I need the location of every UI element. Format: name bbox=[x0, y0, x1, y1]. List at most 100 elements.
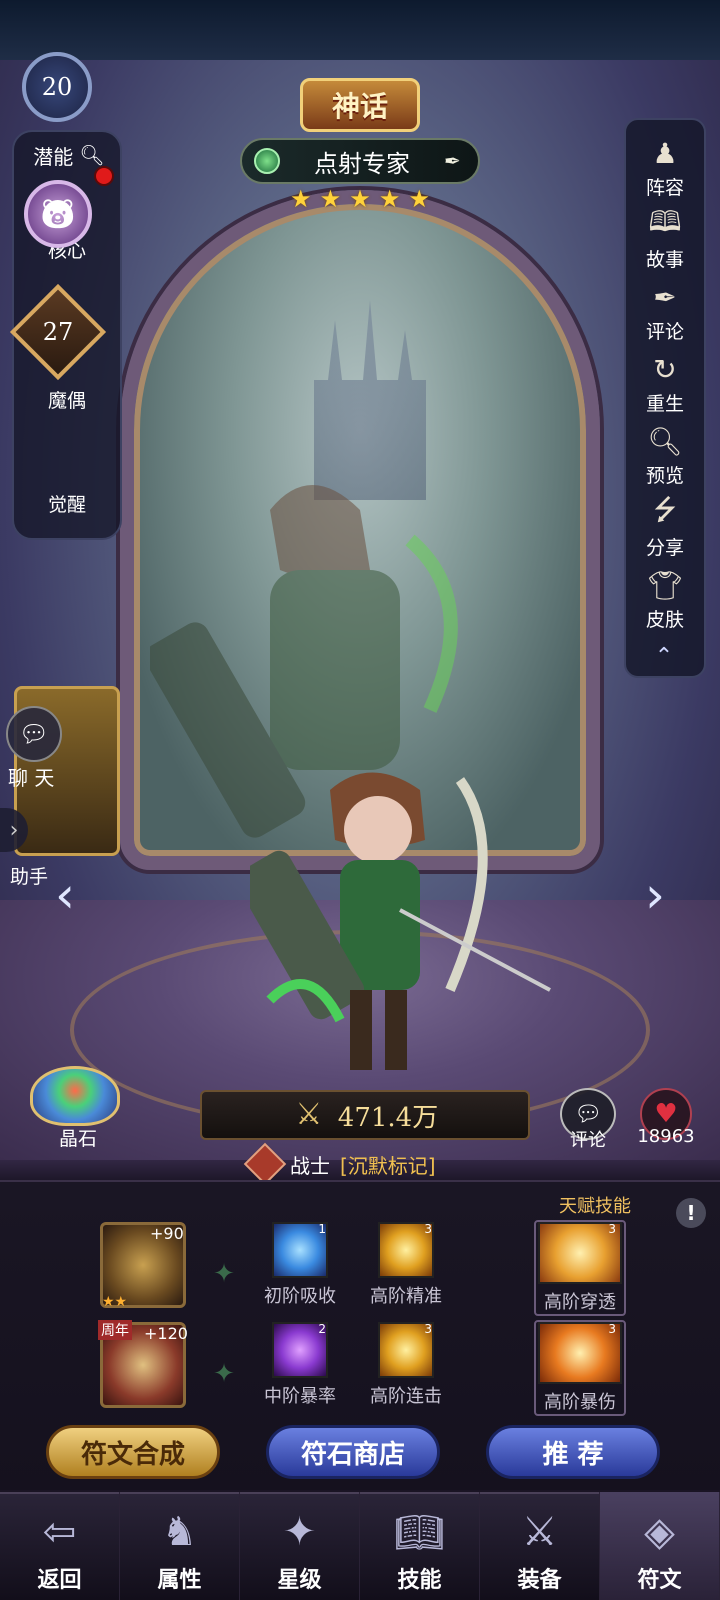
puppet-label: 魔偶 bbox=[47, 390, 86, 412]
skill-name: 中阶暴率 bbox=[264, 1386, 336, 1407]
rebirth-icon: ↻ bbox=[653, 352, 677, 386]
nav-back-label: 返回 bbox=[37, 1568, 82, 1593]
hero-name: 点射专家 bbox=[314, 149, 410, 178]
star-icon: ★ bbox=[378, 185, 401, 213]
hero-star-rating: ★ ★ ★ ★ ★ bbox=[290, 186, 430, 212]
chat-bubble-icon: 💬︎ bbox=[18, 720, 50, 748]
star-level-icon: ✦ bbox=[282, 1509, 317, 1555]
nav-equipment[interactable]: ⚔ 装备 bbox=[480, 1492, 600, 1600]
nav-star-level[interactable]: ✦ 星级 bbox=[240, 1492, 360, 1600]
potential-button[interactable]: 潜能 🔍︎ bbox=[14, 140, 124, 170]
comment-label: 评论 bbox=[570, 1130, 606, 1151]
rune-slot-1-stars: ★★ bbox=[102, 1294, 128, 1310]
skill-name: 高阶穿透 bbox=[544, 1292, 616, 1313]
preview-label: 预览 bbox=[645, 465, 684, 487]
nav-back[interactable]: ⇦ 返回 bbox=[0, 1492, 120, 1600]
story-button[interactable]: 🕮︎ 故事 bbox=[624, 200, 706, 272]
skill-level: 3 bbox=[424, 1222, 432, 1236]
class-line: 战士 [沉默标记] bbox=[243, 1142, 490, 1186]
equipment-icon: ⚔ bbox=[521, 1509, 558, 1555]
skill-name: 高阶暴伤 bbox=[544, 1392, 616, 1413]
mythic-tier-badge: 神话 bbox=[300, 78, 420, 132]
nav-skills-label: 技能 bbox=[397, 1568, 442, 1593]
core-button[interactable]: 20 bbox=[22, 52, 92, 122]
skill-level: 2 bbox=[318, 1322, 326, 1336]
rune-synthesis-button[interactable]: 符文合成 bbox=[46, 1425, 220, 1479]
share-icon: ⭍ bbox=[653, 493, 677, 526]
hero-character[interactable] bbox=[250, 760, 570, 1100]
potential-label: 潜能 bbox=[33, 144, 74, 169]
rune-link-icon: ✦ bbox=[213, 1359, 235, 1389]
nav-runes-label: 符文 bbox=[637, 1568, 682, 1593]
rune-slot-1-bonus: +90 bbox=[150, 1224, 184, 1243]
awaken-label: 觉醒 bbox=[47, 494, 86, 516]
talent-skill-2[interactable]: 3 高阶暴伤 bbox=[530, 1322, 630, 1418]
talent-skills-label: 天赋技能 bbox=[559, 1196, 631, 1217]
hero-name-bar: 点射专家 ✒ bbox=[240, 138, 480, 184]
share-button[interactable]: ⭍ 分享 bbox=[624, 488, 706, 560]
crystal-label: 晶石 bbox=[58, 1128, 97, 1150]
hero-detail-screen: 神话 点射专家 ✒ ★ ★ ★ ★ ★ 潜能 🔍︎ 20 核心 🐻︎ 魔偶 27… bbox=[0, 0, 720, 1600]
skin-icon: 👕︎ bbox=[647, 568, 683, 602]
quill-icon: ✒ bbox=[653, 280, 677, 314]
star-icon: ★ bbox=[408, 185, 430, 213]
skill-name: 高阶连击 bbox=[370, 1386, 442, 1407]
core-level: 20 bbox=[41, 73, 73, 101]
nav-attributes-label: 属性 bbox=[157, 1568, 202, 1593]
power-value: 471.4万 bbox=[337, 1102, 439, 1133]
skill-4[interactable]: 3 高阶连击 bbox=[356, 1322, 456, 1418]
book-icon: 🕮︎ bbox=[648, 205, 682, 238]
likes-count: 18963 bbox=[637, 1126, 695, 1147]
comment-tab-label: 评论 bbox=[645, 321, 684, 343]
skill-2[interactable]: 3 高阶精准 bbox=[356, 1222, 456, 1318]
crystal-icon[interactable] bbox=[30, 1066, 120, 1126]
anniversary-tag: 周年 bbox=[98, 1320, 132, 1340]
skill-level: 3 bbox=[608, 1322, 616, 1336]
comment-tab-button[interactable]: ✒ 评论 bbox=[624, 272, 706, 344]
notification-dot bbox=[94, 166, 114, 186]
attributes-icon: ♞ bbox=[161, 1509, 198, 1555]
recommend-button[interactable]: 推 荐 bbox=[486, 1425, 660, 1479]
rune-link-icon: ✦ bbox=[213, 1259, 235, 1289]
lineup-label: 阵容 bbox=[645, 177, 684, 199]
rune-icon: ◈ bbox=[644, 1509, 675, 1555]
talent-skill-1[interactable]: 3 高阶穿透 bbox=[530, 1222, 630, 1318]
info-icon[interactable]: ! bbox=[676, 1198, 706, 1228]
skin-button[interactable]: 👕︎ 皮肤 bbox=[624, 560, 706, 632]
skin-label: 皮肤 bbox=[645, 609, 684, 631]
nav-equipment-label: 装备 bbox=[517, 1568, 562, 1593]
skill-1[interactable]: 1 初阶吸收 bbox=[250, 1222, 350, 1318]
skill-book-icon: 📖︎ bbox=[394, 1509, 445, 1556]
rune-slot-2-bonus: +120 bbox=[144, 1324, 188, 1343]
rebirth-button[interactable]: ↻ 重生 bbox=[624, 344, 706, 416]
heart-icon: ♥ bbox=[654, 1099, 678, 1129]
skill-level: 3 bbox=[608, 1222, 616, 1236]
back-icon: ⇦ bbox=[42, 1509, 77, 1555]
chat-label: 聊 天 bbox=[8, 766, 55, 790]
rebirth-label: 重生 bbox=[645, 393, 684, 415]
nav-skills[interactable]: 📖︎ 技能 bbox=[360, 1492, 480, 1600]
lineup-button[interactable]: ♟ 阵容 bbox=[624, 128, 706, 200]
previous-hero-arrow-icon[interactable]: ‹ bbox=[40, 860, 90, 930]
skill-name: 高阶精准 bbox=[370, 1286, 442, 1307]
rename-feather-icon[interactable]: ✒ bbox=[444, 149, 466, 173]
skill-3[interactable]: 2 中阶暴率 bbox=[250, 1322, 350, 1418]
skill-level: 3 bbox=[424, 1322, 432, 1336]
bear-icon: 🐻︎ bbox=[38, 196, 78, 232]
lineup-icon: ♟ bbox=[652, 136, 678, 170]
chat-button[interactable]: 💬︎ bbox=[6, 706, 62, 762]
puppet-button[interactable]: 🐻︎ bbox=[24, 180, 92, 248]
search-icon: 🔍︎ bbox=[79, 143, 105, 167]
nav-attributes[interactable]: ♞ 属性 bbox=[120, 1492, 240, 1600]
next-hero-arrow-icon[interactable]: › bbox=[630, 860, 680, 930]
awaken-level: 27 bbox=[42, 318, 74, 346]
preview-button[interactable]: 🔍︎ 预览 bbox=[624, 416, 706, 488]
skill-name: 初阶吸收 bbox=[264, 1286, 336, 1307]
sword-icon: ⚔ bbox=[295, 1097, 323, 1132]
collapse-chevron-icon[interactable]: ⌃ bbox=[644, 646, 684, 668]
faction-gem-icon bbox=[254, 148, 280, 174]
star-icon: ★ bbox=[290, 185, 312, 213]
warrior-class-icon bbox=[243, 1142, 287, 1186]
nav-runes[interactable]: ◈ 符文 bbox=[600, 1492, 720, 1600]
rune-shop-button[interactable]: 符石商店 bbox=[266, 1425, 440, 1479]
